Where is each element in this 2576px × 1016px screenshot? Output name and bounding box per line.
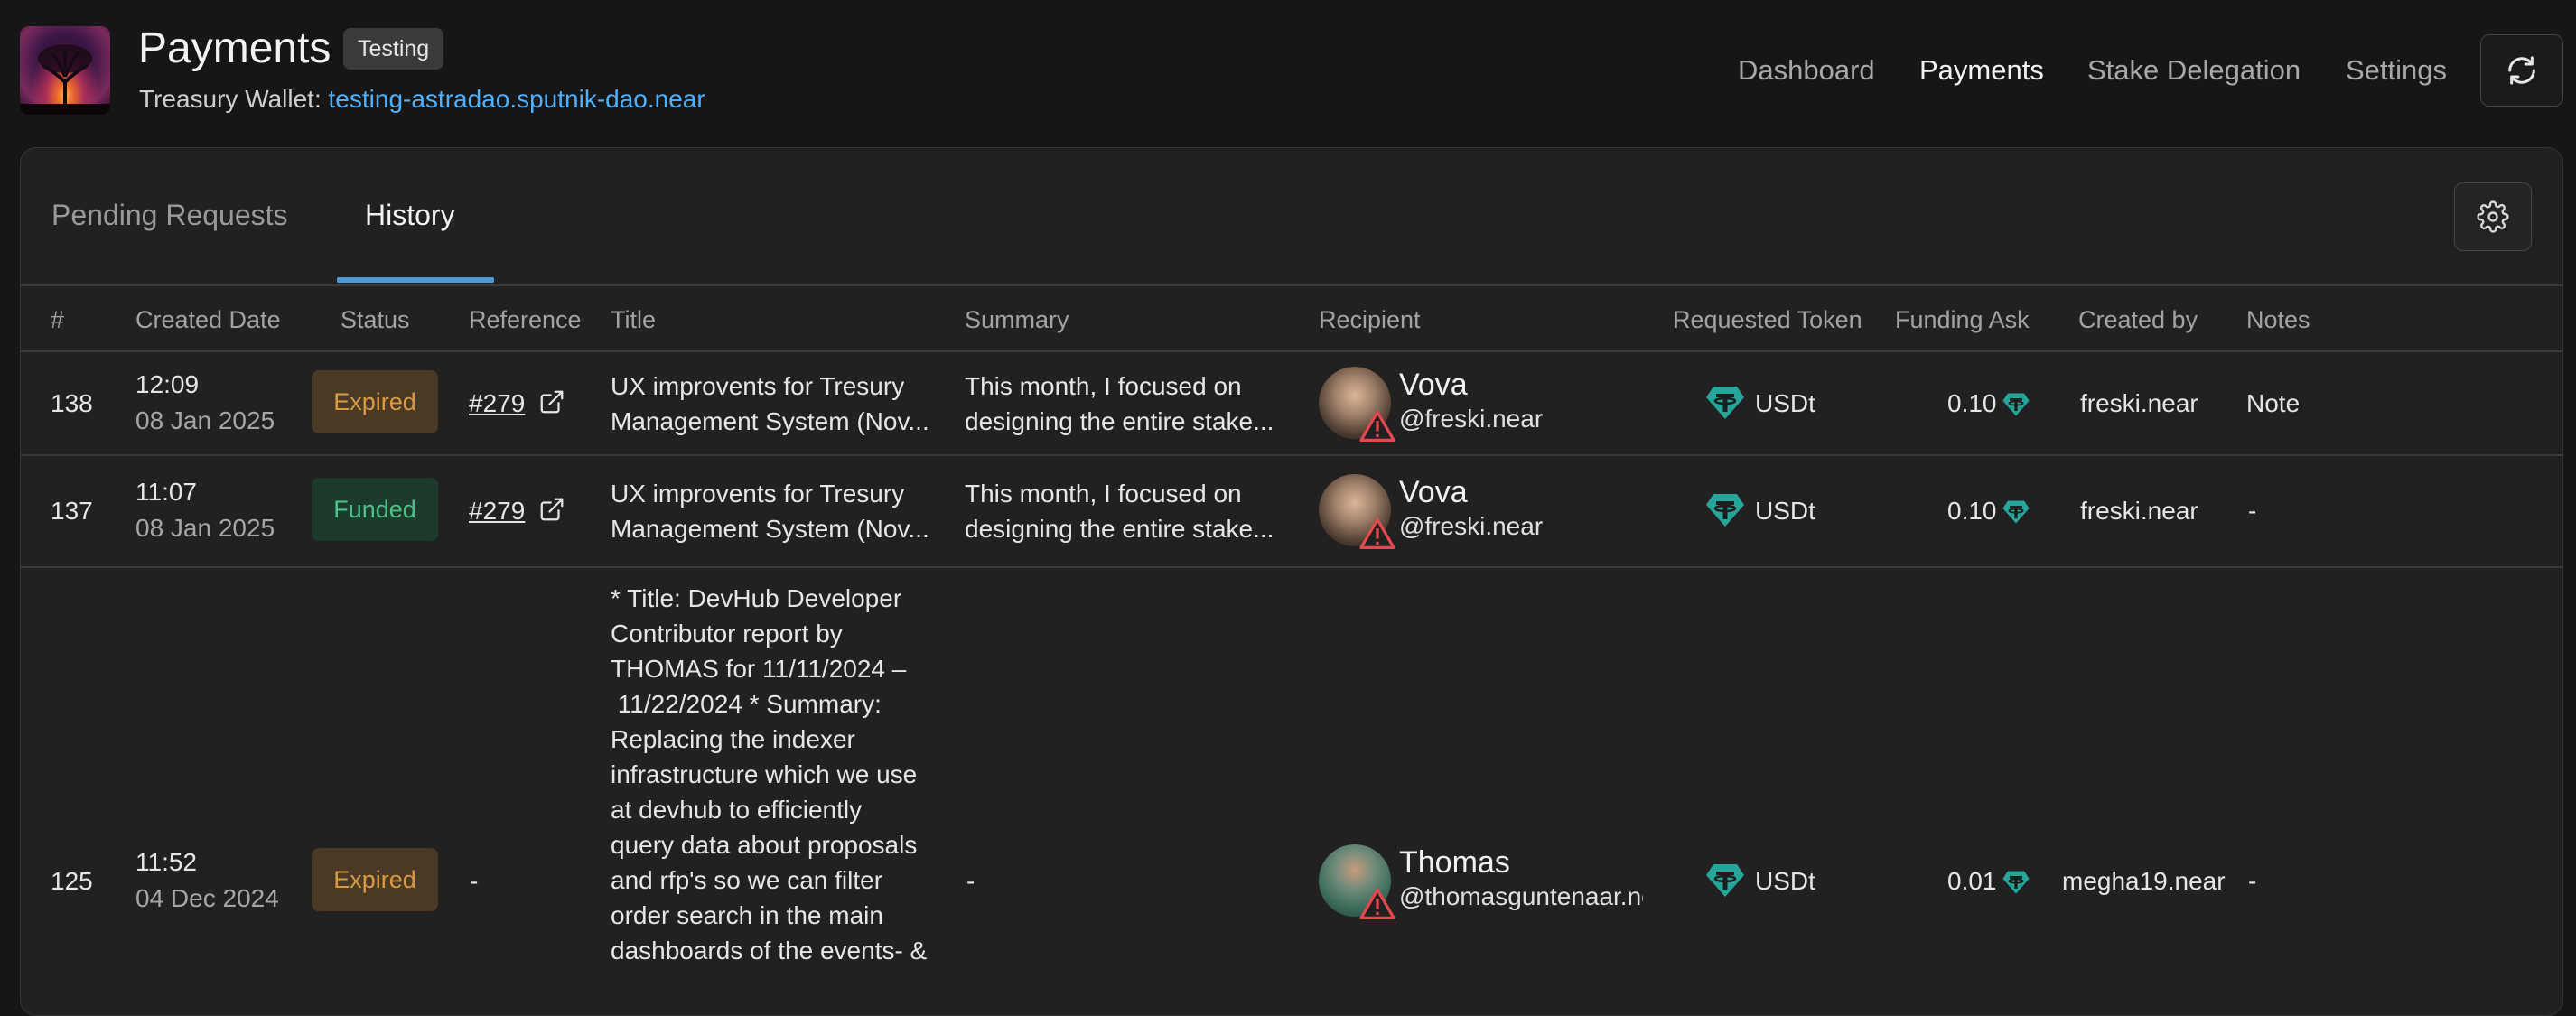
tether-icon — [2002, 500, 2030, 524]
row-date: 04 Dec 2024 — [135, 884, 279, 912]
row-title: * Title: DevHub Developer Contributor re… — [611, 584, 928, 965]
reference-link[interactable]: #279 — [469, 494, 525, 528]
funding-amount: 0.10 — [1947, 389, 1997, 417]
token-symbol: USDt — [1755, 389, 1815, 417]
refresh-button[interactable] — [2480, 34, 2563, 107]
tab-pending-requests[interactable]: Pending Requests — [51, 195, 288, 235]
created-by: freski.near — [2080, 389, 2198, 417]
table-settings-button[interactable] — [2454, 182, 2532, 251]
app-header: Payments Testing Treasury Wallet: testin… — [0, 0, 2576, 144]
row-time: 11:52 — [135, 848, 197, 876]
tabs-divider — [21, 284, 2562, 286]
col-header-funding-ask: Funding Ask — [1895, 306, 2030, 333]
nav-payments[interactable]: Payments — [1919, 52, 2044, 89]
external-link-icon[interactable] — [538, 496, 565, 523]
funding-amount: 0.01 — [1947, 867, 1997, 895]
nav-stake-delegation[interactable]: Stake Delegation — [2087, 52, 2301, 89]
col-header-reference: Reference — [469, 306, 582, 333]
recipient-name: Thomas — [1399, 845, 1510, 880]
col-header-summary: Summary — [965, 306, 1069, 333]
external-link-icon[interactable] — [538, 388, 565, 415]
row-summary: - — [966, 867, 975, 895]
recipient-name: Vova — [1399, 475, 1468, 509]
col-header-recipient: Recipient — [1319, 306, 1421, 333]
wallet-address-link[interactable]: testing-astradao.sputnik-dao.near — [329, 85, 705, 113]
status-badge: Funded — [312, 478, 438, 541]
row-number: 137 — [51, 497, 93, 525]
warning-icon — [1359, 517, 1395, 549]
recipient-name: Vova — [1399, 368, 1468, 402]
row-notes: - — [2248, 497, 2257, 525]
tether-icon — [2002, 871, 2030, 894]
recipient-handle: @thomasguntenaar.near — [1399, 882, 1643, 910]
gear-icon — [2477, 200, 2509, 233]
reference-empty: - — [470, 867, 479, 895]
row-summary: This month, I focused on designing the e… — [965, 480, 1274, 543]
reference-link[interactable]: #279 — [469, 387, 525, 421]
tether-icon — [1706, 864, 1744, 897]
status-badge: Expired — [312, 370, 438, 433]
status-badge: Expired — [312, 848, 438, 911]
row-date: 08 Jan 2025 — [135, 406, 275, 434]
tether-icon — [1706, 387, 1744, 419]
col-header-title: Title — [611, 306, 657, 333]
row-divider — [21, 454, 2562, 456]
active-tab-indicator — [337, 277, 494, 283]
dao-logo — [20, 26, 110, 115]
col-header-status: Status — [341, 306, 410, 333]
token-symbol: USDt — [1755, 867, 1815, 895]
environment-badge: Testing — [343, 28, 444, 70]
row-number: 138 — [51, 389, 93, 417]
tether-icon — [1706, 494, 1744, 527]
created-by: freski.near — [2080, 497, 2198, 525]
recipient-handle: @freski.near — [1399, 405, 1544, 433]
funding-amount: 0.10 — [1947, 497, 1997, 525]
page-title: Payments — [138, 24, 331, 72]
created-by: megha19.near — [2062, 867, 2226, 895]
tab-history[interactable]: History — [365, 195, 455, 235]
col-header-created-by: Created by — [2078, 306, 2198, 333]
treasury-wallet: Treasury Wallet: testing-astradao.sputni… — [139, 83, 705, 116]
token-symbol: USDt — [1755, 497, 1815, 525]
col-header-requested-token: Requested Token — [1673, 306, 1862, 333]
warning-icon — [1359, 410, 1395, 442]
recipient-handle: @freski.near — [1399, 512, 1544, 540]
refresh-icon — [2508, 56, 2535, 85]
row-number: 125 — [51, 867, 93, 895]
col-header-created-date: Created Date — [135, 306, 281, 333]
header-divider — [21, 350, 2562, 352]
requests-card: Pending Requests History # Created Date … — [20, 147, 2563, 1016]
row-title: UX improvents for Tresury Management Sys… — [611, 372, 929, 435]
row-time: 11:07 — [135, 478, 197, 506]
row-divider — [21, 566, 2562, 568]
nav-settings[interactable]: Settings — [2346, 52, 2447, 89]
row-summary: This month, I focused on designing the e… — [965, 372, 1274, 435]
row-notes: Note — [2246, 389, 2301, 417]
col-header-notes: Notes — [2246, 306, 2310, 333]
row-notes: - — [2248, 867, 2257, 895]
wallet-label: Treasury Wallet: — [139, 85, 322, 113]
row-title: UX improvents for Tresury Management Sys… — [611, 480, 929, 543]
col-header-number: # — [51, 306, 65, 333]
tether-icon — [2002, 393, 2030, 416]
warning-icon — [1359, 888, 1395, 919]
nav-dashboard[interactable]: Dashboard — [1738, 52, 1875, 89]
row-date: 08 Jan 2025 — [135, 514, 275, 542]
row-time: 12:09 — [135, 370, 200, 398]
